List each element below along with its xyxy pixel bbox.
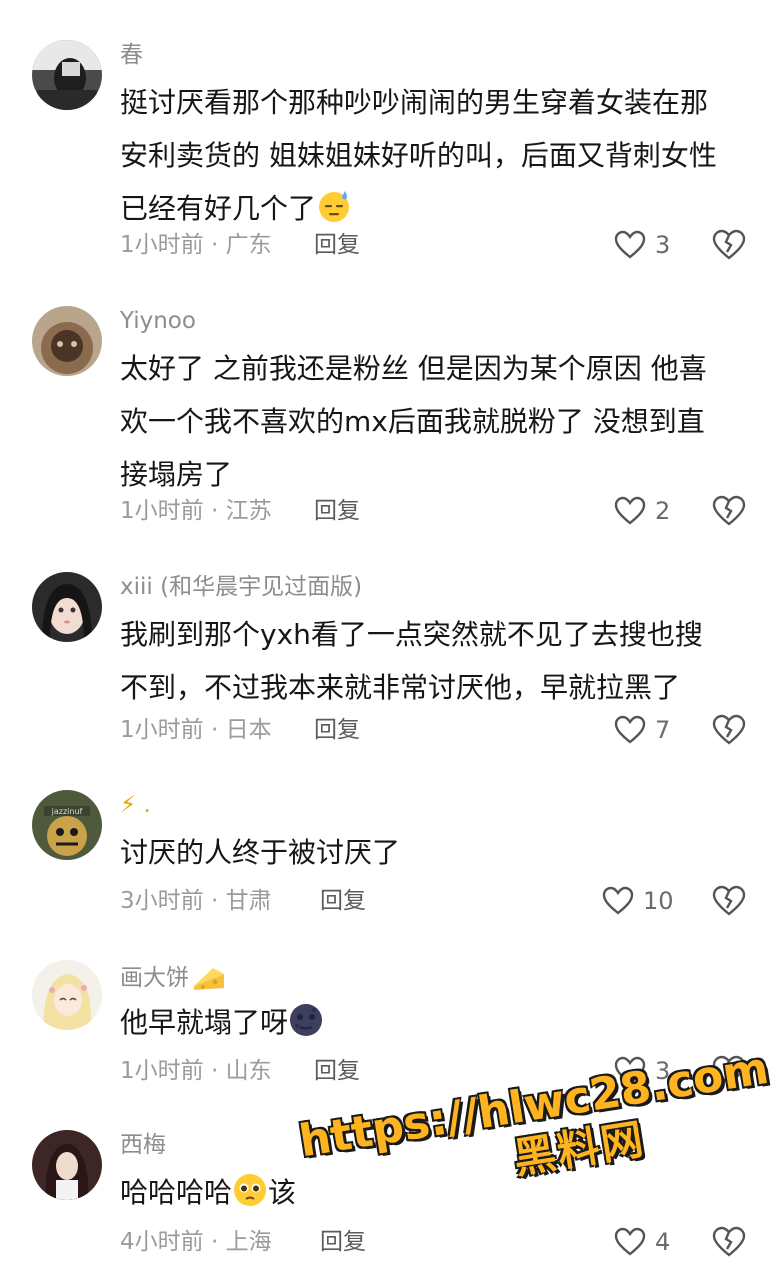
username[interactable]: 画大饼 <box>120 960 224 993</box>
comment-meta: 1小时前 · 山东 <box>120 1058 272 1084</box>
comment-meta: 3小时前 · 甘肃 <box>120 888 272 914</box>
reply-button[interactable]: 回复 <box>314 496 360 526</box>
like-button[interactable]: 3 <box>614 228 670 262</box>
comment-text: 我刷到那个yxh看了一点突然就不见了去搜也搜 不到，不过我本来就非常讨厌他，早就… <box>120 618 703 704</box>
broken-heart-icon <box>712 714 746 745</box>
heart-icon <box>602 886 634 915</box>
heart-icon <box>614 1227 646 1256</box>
dislike-button[interactable] <box>712 1054 746 1088</box>
broken-heart-icon <box>712 1226 746 1257</box>
username[interactable]: ⚡ . <box>120 790 151 820</box>
avatar[interactable] <box>32 306 102 376</box>
username[interactable]: xiii (和华晨宇见过面版) <box>120 572 362 602</box>
reply-button[interactable]: 回复 <box>320 1227 366 1257</box>
comment-text: 讨厌的人终于被讨厌了 <box>120 836 401 869</box>
like-count: 3 <box>655 1057 671 1085</box>
like-count: 3 <box>655 231 671 259</box>
broken-heart-icon <box>712 885 746 916</box>
avatar[interactable] <box>32 40 102 110</box>
dislike-button[interactable] <box>712 228 746 262</box>
avatar[interactable] <box>32 572 102 642</box>
comment-text: 哈哈哈哈该 <box>120 1166 760 1219</box>
broken-heart-icon <box>712 1055 746 1086</box>
dislike-button[interactable] <box>712 713 746 747</box>
avatar[interactable] <box>32 1130 102 1200</box>
dislike-button[interactable] <box>712 494 746 528</box>
heart-icon <box>614 230 646 259</box>
pleading-face-icon <box>232 1172 268 1208</box>
like-button[interactable]: 7 <box>614 713 670 747</box>
new-moon-face-icon <box>288 1002 324 1038</box>
avatar[interactable] <box>32 960 102 1030</box>
comment-meta: 4小时前 · 上海 <box>120 1229 272 1255</box>
like-button[interactable]: 10 <box>602 884 674 918</box>
dislike-button[interactable] <box>712 884 746 918</box>
username[interactable]: Yiynoo <box>120 306 196 336</box>
heart-icon <box>614 715 646 744</box>
comment-meta: 1小时前 · 广东 <box>120 232 272 258</box>
cheese-icon <box>191 960 224 990</box>
like-count: 7 <box>655 716 671 744</box>
reply-button[interactable]: 回复 <box>314 230 360 260</box>
downcast-sweat-face-icon <box>316 188 352 224</box>
heart-icon <box>614 496 646 525</box>
reply-button[interactable]: 回复 <box>314 1056 360 1086</box>
comment-text: 太好了 之前我还是粉丝 但是因为某个原因 他喜 欢一个我不喜欢的mx后面我就脱粉… <box>120 352 707 491</box>
like-button[interactable]: 2 <box>614 494 670 528</box>
username[interactable]: 春 <box>120 40 143 70</box>
reply-button[interactable]: 回复 <box>314 715 360 745</box>
comment-meta: 1小时前 · 日本 <box>120 717 272 743</box>
broken-heart-icon <box>712 495 746 526</box>
username[interactable]: 西梅 <box>120 1130 166 1160</box>
heart-icon <box>614 1056 646 1085</box>
like-count: 4 <box>655 1228 671 1256</box>
reply-button[interactable]: 回复 <box>320 886 366 916</box>
dislike-button[interactable] <box>712 1225 746 1259</box>
comment-meta: 1小时前 · 江苏 <box>120 498 272 524</box>
like-count: 2 <box>655 497 671 525</box>
like-button[interactable]: 3 <box>614 1054 670 1088</box>
svg-text:jazzinuf: jazzinuf <box>51 807 83 816</box>
like-button[interactable]: 4 <box>614 1225 670 1259</box>
comment-text: 挺讨厌看那个那种吵吵闹闹的男生穿着女装在那 安利卖货的 姐妹姐妹好听的叫，后面又… <box>120 86 717 225</box>
avatar[interactable]: jazzinuf <box>32 790 102 860</box>
like-count: 10 <box>643 887 674 915</box>
comment-text: 他早就塌了呀 <box>120 996 760 1049</box>
broken-heart-icon <box>712 229 746 260</box>
watermark-url: https://hlwc28.com <box>295 1042 773 1168</box>
